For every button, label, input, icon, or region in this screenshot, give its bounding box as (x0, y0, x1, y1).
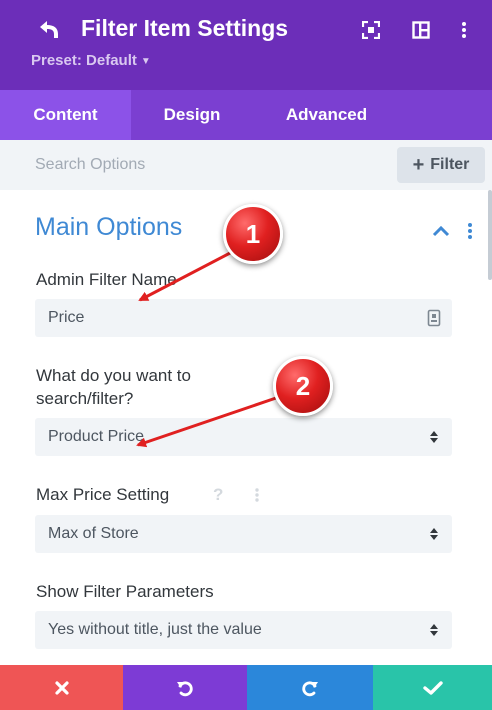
max-price-select[interactable]: Max of Store (35, 515, 452, 553)
undo-button[interactable] (123, 665, 247, 710)
help-icon[interactable]: ? (213, 485, 223, 505)
footer-actions (0, 665, 492, 710)
max-price-value: Max of Store (48, 525, 139, 542)
updown-icon (430, 624, 438, 636)
annotation-marker-2: 2 (273, 356, 333, 416)
tab-bar: Content Design Advanced (0, 90, 492, 140)
more-icon[interactable] (452, 18, 476, 42)
dynamic-content-icon[interactable] (427, 309, 441, 327)
discard-icon (54, 680, 69, 695)
discard-button[interactable] (0, 665, 123, 710)
filter-button[interactable]: + Filter (397, 147, 485, 183)
more-icon-glyph (462, 22, 466, 38)
settings-header: Filter Item Settings Preset: Default ▼ (0, 0, 492, 90)
search-filter-label-line1: What do you want to (36, 366, 191, 385)
redo-icon (302, 680, 318, 696)
show-filter-parameters-label: Show Filter Parameters (36, 582, 214, 601)
field-more-icon[interactable] (253, 487, 261, 503)
layout-icon-glyph (412, 21, 430, 39)
tab-content[interactable]: Content (0, 90, 131, 140)
admin-filter-name-input[interactable]: Price (35, 299, 452, 337)
chevron-up-icon[interactable] (432, 224, 450, 238)
save-icon (422, 680, 443, 695)
show-filter-parameters-value: Yes without title, just the value (48, 621, 262, 638)
admin-filter-name-label: Admin Filter Name (36, 270, 177, 289)
layout-icon[interactable] (409, 18, 433, 42)
search-filter-label-line2: search/filter? (36, 389, 134, 408)
search-input[interactable] (22, 148, 382, 182)
search-filter-select[interactable]: Product Price (35, 418, 452, 456)
scrollbar[interactable] (488, 190, 492, 280)
caret-down-icon: ▼ (140, 56, 151, 67)
undo-icon (177, 680, 193, 696)
updown-icon (430, 528, 438, 540)
focus-icon-glyph (362, 21, 380, 39)
focus-icon[interactable] (359, 18, 383, 42)
section-title: Main Options (35, 213, 183, 241)
max-price-label: Max Price Setting (36, 485, 170, 504)
tab-design[interactable]: Design (148, 90, 236, 140)
plus-icon: + (412, 153, 425, 176)
show-filter-parameters-select[interactable]: Yes without title, just the value (35, 611, 452, 649)
admin-filter-name-value: Price (48, 309, 85, 326)
preset-selector[interactable]: Preset: Default ▼ (31, 52, 151, 69)
page-title: Filter Item Settings (81, 15, 289, 41)
search-filter-label: What do you want to search/filter? (36, 364, 191, 410)
updown-icon (430, 431, 438, 443)
section-more-icon[interactable] (465, 221, 475, 241)
back-icon[interactable] (36, 18, 62, 42)
save-button[interactable] (373, 665, 492, 710)
annotation-marker-1: 1 (223, 204, 283, 264)
search-filter-value: Product Price (48, 428, 145, 445)
tab-advanced[interactable]: Advanced (270, 90, 383, 140)
redo-button[interactable] (247, 665, 373, 710)
preset-label: Preset: Default (31, 52, 137, 69)
filter-button-label: Filter (430, 156, 470, 173)
